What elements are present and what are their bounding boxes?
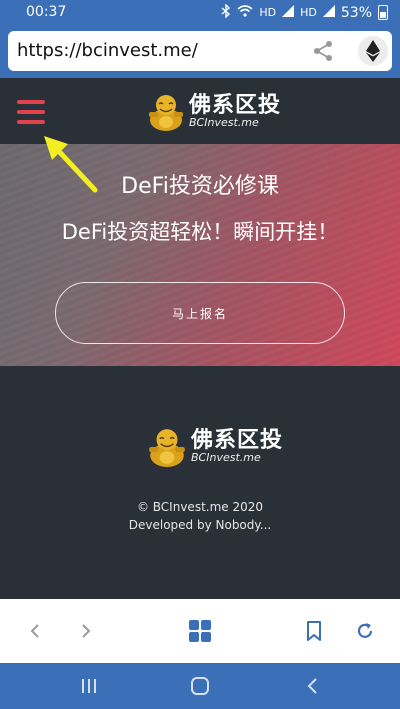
nav-back-icon[interactable] [300,674,324,698]
recent-apps-icon[interactable] [77,674,101,698]
battery-icon [378,5,388,20]
hero-subtitle: DeFi投资超轻松！瞬间开挂！ [61,220,339,244]
signup-button[interactable]: 马上报名 [55,282,345,344]
signal-icon [282,5,295,20]
site-footer: 佛系区投 BCInvest.me © BCInvest.me 2020 Deve… [0,366,400,599]
footer-developer: Developed by Nobody... [128,518,272,532]
url-text[interactable]: https://bcinvest.me/ [17,40,198,61]
apps-grid-icon[interactable] [186,617,214,645]
network-hd-label-2: HD [300,6,317,19]
status-bar: 00:37 HD HD 53% [0,0,400,26]
footer-logo-chinese: 佛系区投 [191,428,284,453]
system-nav-bar [0,663,400,709]
signal-icon-2 [322,5,335,20]
browser-toolbar [0,599,400,663]
bluetooth-icon [221,3,231,21]
battery-percent: 53% [340,4,372,21]
back-icon[interactable] [21,617,49,645]
footer-logo-text: 佛系区投 BCInvest.me [191,430,283,464]
address-bar[interactable]: https://bcinvest.me/ [8,31,392,71]
network-hd-label: HD [259,6,277,19]
home-icon[interactable] [188,674,212,698]
status-icons: HD HD 53% [221,3,388,21]
annotation-arrow-icon [44,136,98,193]
share-icon[interactable] [312,40,334,62]
bookmark-icon[interactable] [300,617,328,645]
refresh-icon[interactable] [351,617,379,645]
buddha-mascot-icon [149,429,185,467]
site-logo[interactable]: 佛系区投 BCInvest.me [147,90,281,134]
logo-chinese: 佛系区投 [189,93,282,118]
logo-english: BCInvest.me [189,116,259,129]
forward-icon[interactable] [72,617,100,645]
footer-copyright: © BCInvest.me 2020 [136,500,264,514]
browser-address-area: https://bcinvest.me/ [0,26,400,78]
footer-logo-english: BCInvest.me [191,451,261,464]
status-time: 00:37 [26,4,67,20]
ethereum-icon[interactable] [358,36,388,66]
hamburger-menu-icon[interactable] [17,100,45,124]
wifi-icon [237,5,253,20]
buddha-mascot-icon [149,95,183,131]
footer-logo: 佛系区投 BCInvest.me [147,422,283,472]
logo-text: 佛系区投 BCInvest.me [189,95,281,129]
